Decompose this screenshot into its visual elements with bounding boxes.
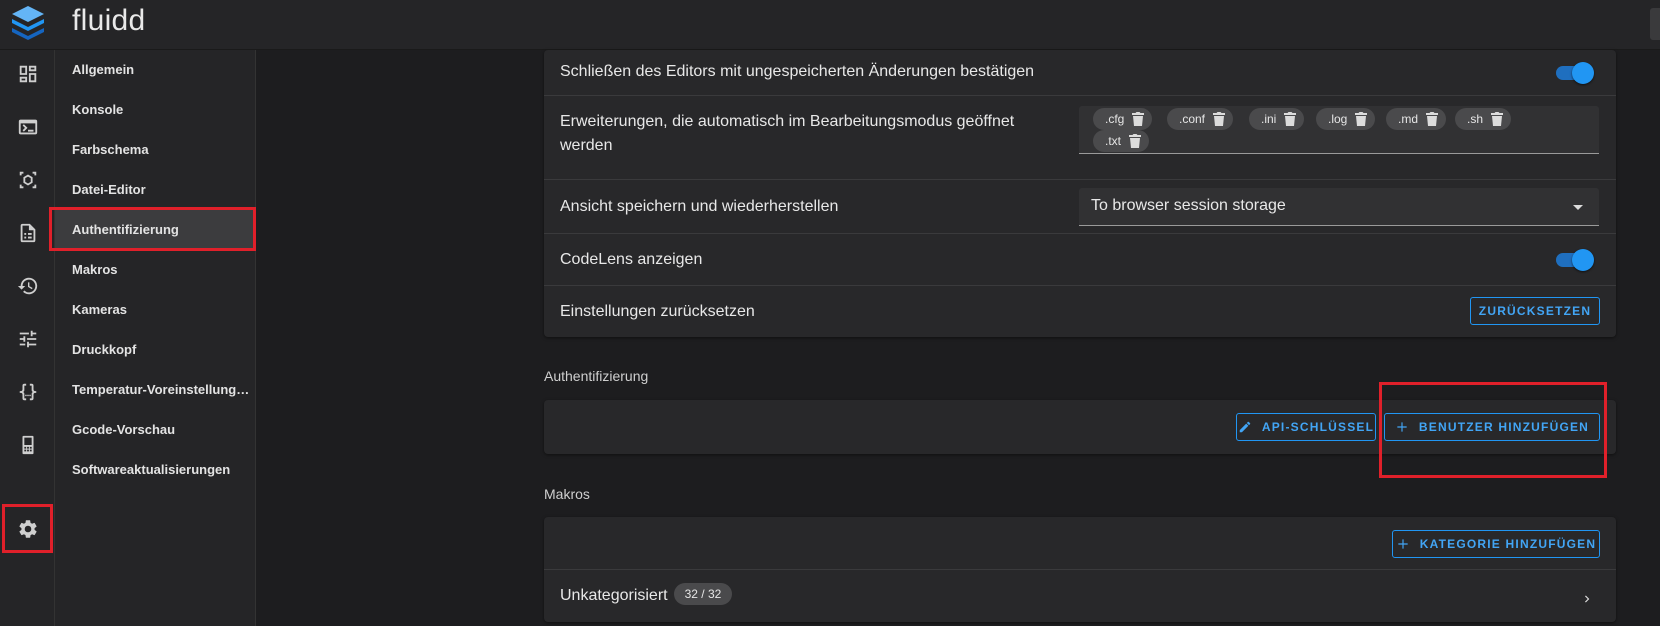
pencil-icon bbox=[1238, 420, 1252, 434]
delete-icon[interactable] bbox=[1355, 112, 1368, 126]
subnav-item-gcode-vorschau[interactable]: Gcode-Vorschau bbox=[55, 410, 255, 448]
subnav-item-softwareaktualisierungen[interactable]: Softwareaktualisierungen bbox=[55, 450, 255, 488]
macros-actions-row: KATEGORIE HINZUFÜGEN bbox=[544, 517, 1616, 570]
confirm-close-row: Schließen des Editors mit ungespeicherte… bbox=[544, 50, 1616, 96]
macros-card: KATEGORIE HINZUFÜGEN Unkategorisiert 32 /… bbox=[544, 517, 1616, 622]
delete-icon[interactable] bbox=[1426, 112, 1439, 126]
view-state-label: Ansicht speichern und wiederherstellen bbox=[560, 198, 839, 215]
subnav-item-datei-editor[interactable]: Datei-Editor bbox=[55, 170, 255, 208]
extensions-chip-input[interactable]: .cfg .conf .ini .log .md .sh .txt bbox=[1079, 106, 1599, 154]
settings-highlight-box bbox=[2, 504, 53, 553]
plus-icon bbox=[1395, 420, 1409, 434]
app-title: fluidd bbox=[72, 4, 146, 37]
extension-chip: .conf bbox=[1167, 108, 1234, 130]
codelens-toggle[interactable] bbox=[1556, 249, 1594, 271]
view-state-row: Ansicht speichern und wiederherstellen T… bbox=[544, 180, 1616, 234]
subnav-item-druckkopf[interactable]: Druckkopf bbox=[55, 330, 255, 368]
delete-icon[interactable] bbox=[1132, 112, 1145, 126]
extension-chip: .md bbox=[1386, 108, 1447, 130]
fluidd-logo-icon[interactable] bbox=[12, 6, 44, 42]
extension-chip: .log bbox=[1316, 108, 1376, 130]
reset-button[interactable]: ZURÜCKSETZEN bbox=[1470, 297, 1600, 325]
settings-subnav: Allgemein Konsole Farbschema Datei-Edito… bbox=[49, 50, 256, 626]
confirm-close-toggle[interactable] bbox=[1556, 62, 1594, 84]
subnav-item-allgemein[interactable]: Allgemein bbox=[55, 50, 255, 88]
dashboard-icon[interactable] bbox=[14, 60, 42, 88]
extension-chip: .txt bbox=[1093, 130, 1150, 152]
extension-chip: .ini bbox=[1249, 108, 1305, 130]
delete-icon[interactable] bbox=[1491, 112, 1504, 126]
history-icon[interactable] bbox=[14, 272, 42, 300]
auth-section-title: Authentifizierung bbox=[544, 368, 649, 384]
subnav-item-konsole[interactable]: Konsole bbox=[55, 90, 255, 128]
uncategorized-label: Unkategorisiert 32 / 32 bbox=[560, 582, 733, 608]
chevron-down-icon bbox=[1573, 205, 1583, 210]
api-key-button[interactable]: API-SCHLÜSSEL bbox=[1236, 413, 1376, 441]
jobs-icon[interactable] bbox=[14, 166, 42, 194]
editor-settings-card: Schließen des Editors mit ungespeicherte… bbox=[544, 50, 1616, 337]
add-category-button[interactable]: KATEGORIE HINZUFÜGEN bbox=[1392, 530, 1600, 558]
tune-icon[interactable] bbox=[14, 325, 42, 353]
uncategorized-row[interactable]: Unkategorisiert 32 / 32 bbox=[544, 570, 1616, 622]
subnav-item-authentifizierung[interactable]: Authentifizierung bbox=[55, 210, 255, 248]
codelens-row: CodeLens anzeigen bbox=[544, 234, 1616, 286]
subnav-item-kameras[interactable]: Kameras bbox=[55, 290, 255, 328]
delete-icon[interactable] bbox=[1129, 134, 1142, 148]
extensions-label: Erweiterungen, die automatisch im Bearbe… bbox=[560, 113, 1015, 154]
macros-section-title: Makros bbox=[544, 486, 590, 502]
auth-card: API-SCHLÜSSEL BENUTZER HINZUFÜGEN bbox=[544, 400, 1616, 454]
subnav-item-temperatur[interactable]: Temperatur-Voreinstellung… bbox=[55, 370, 255, 408]
extension-chip: .cfg bbox=[1093, 108, 1153, 130]
files-icon[interactable] bbox=[14, 219, 42, 247]
icon-rail bbox=[0, 50, 55, 626]
plus-icon bbox=[1396, 537, 1410, 551]
reset-row: Einstellungen zurücksetzen ZURÜCKSETZEN bbox=[544, 286, 1616, 337]
console-icon[interactable] bbox=[14, 113, 42, 141]
subnav-item-makros[interactable]: Makros bbox=[55, 250, 255, 288]
confirm-close-label: Schließen des Editors mit ungespeicherte… bbox=[560, 63, 1035, 80]
extensions-row: Erweiterungen, die automatisch im Bearbe… bbox=[544, 96, 1616, 180]
chevron-right-icon[interactable] bbox=[1580, 592, 1594, 606]
view-state-select[interactable]: To browser session storage bbox=[1079, 188, 1599, 226]
macro-count-badge: 32 / 32 bbox=[673, 582, 733, 605]
view-state-value: To browser session storage bbox=[1091, 197, 1286, 214]
code-braces-icon[interactable] bbox=[14, 378, 42, 406]
delete-icon[interactable] bbox=[1213, 112, 1226, 126]
system-icon[interactable] bbox=[14, 431, 42, 459]
top-right-button[interactable] bbox=[1650, 8, 1660, 40]
codelens-label: CodeLens anzeigen bbox=[560, 251, 703, 268]
reset-label: Einstellungen zurücksetzen bbox=[560, 303, 755, 320]
extension-chip: .sh bbox=[1455, 108, 1512, 130]
delete-icon[interactable] bbox=[1284, 112, 1297, 126]
add-user-button[interactable]: BENUTZER HINZUFÜGEN bbox=[1384, 413, 1600, 441]
top-bar: fluidd bbox=[0, 0, 1660, 50]
subnav-item-farbschema[interactable]: Farbschema bbox=[55, 130, 255, 168]
